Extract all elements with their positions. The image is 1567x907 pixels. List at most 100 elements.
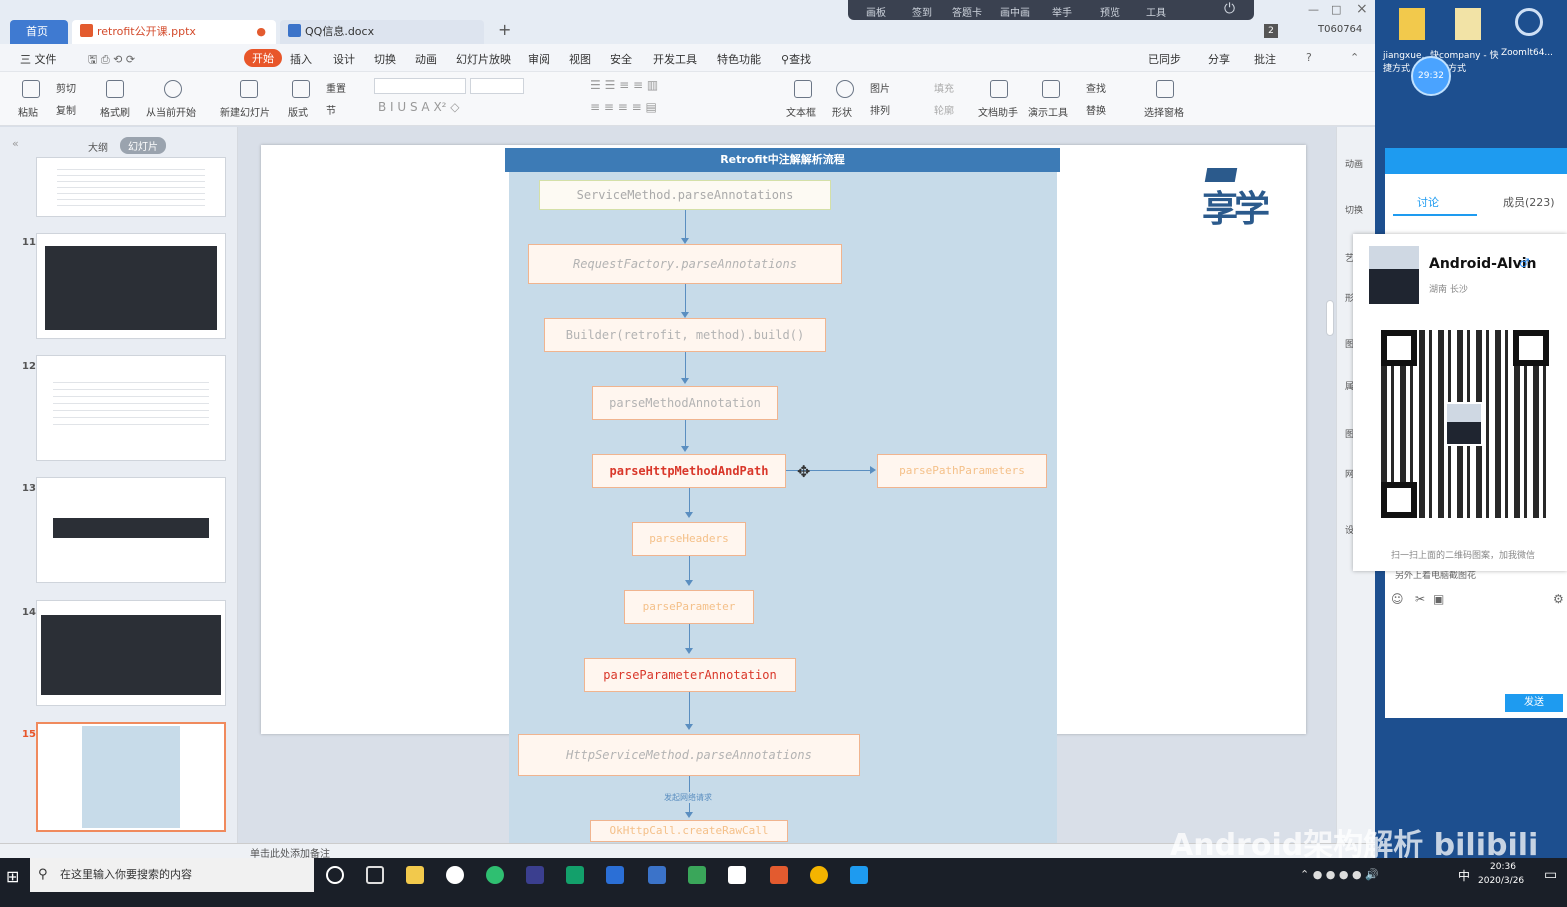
photos-icon[interactable] <box>728 866 746 884</box>
flow-node[interactable]: HttpServiceMethod.parseAnnotations <box>518 734 860 776</box>
word-icon[interactable] <box>606 866 624 884</box>
flow-node-highlight[interactable]: parseHttpMethodAndPath <box>592 454 786 488</box>
section-button[interactable]: 节 <box>326 102 336 117</box>
menu-features[interactable]: 特色功能 <box>717 51 761 67</box>
collapse-ribbon-icon[interactable]: ⌃ <box>1350 51 1359 64</box>
sheet-icon[interactable] <box>566 866 584 884</box>
tab-pptx[interactable]: retrofit公开课.pptx ● <box>72 20 276 44</box>
flow-node[interactable]: parsePathParameters <box>877 454 1047 488</box>
slide-thumb-12[interactable] <box>36 355 226 461</box>
menu-start[interactable]: 开始 <box>244 49 282 67</box>
task-view-icon[interactable] <box>366 866 384 884</box>
minimize-icon[interactable]: — <box>1308 3 1319 16</box>
close-icon[interactable]: × <box>1356 1 1368 17</box>
windows-start-icon[interactable]: ⊞ <box>6 867 19 886</box>
ime-indicator[interactable]: 中 <box>1458 867 1470 884</box>
live-tool[interactable]: 画板 <box>866 4 886 19</box>
flow-node[interactable]: parseHeaders <box>632 522 746 556</box>
layout-icon[interactable] <box>292 80 310 98</box>
live-tool[interactable]: 工具 <box>1146 4 1166 19</box>
font-size-select[interactable] <box>470 78 524 94</box>
gear-icon[interactable]: ⚙ <box>1553 592 1564 606</box>
replace-button[interactable]: 替换 <box>1086 102 1106 117</box>
align-icons[interactable]: ≡ ≡ ≡ ≡ ▤ <box>590 100 657 114</box>
help-icon[interactable]: ? <box>1306 51 1312 64</box>
slide-thumb-14[interactable] <box>36 600 226 706</box>
selection-pane-icon[interactable] <box>1156 80 1174 98</box>
browser-icon[interactable] <box>446 866 464 884</box>
account-id[interactable]: T060764 <box>1318 24 1362 35</box>
menu-devtools[interactable]: 开发工具 <box>653 51 697 67</box>
outline-button[interactable]: 轮廓 <box>934 102 954 117</box>
tab-outline[interactable]: 大纲 <box>88 139 108 154</box>
fill-button[interactable]: 填充 <box>934 80 954 95</box>
slide-thumb-15-selected[interactable] <box>36 722 226 832</box>
menu-file[interactable]: 三 文件 <box>20 51 57 67</box>
flow-node[interactable]: parseParameter <box>624 590 754 624</box>
comment-button[interactable]: 批注 <box>1254 51 1276 67</box>
cut-button[interactable]: 剪切 <box>56 80 76 95</box>
slide-thumb-10[interactable] <box>36 157 226 217</box>
wps-presentation-icon[interactable] <box>770 866 788 884</box>
font-family-select[interactable] <box>374 78 466 94</box>
window-count-badge[interactable]: 2 <box>1264 24 1278 38</box>
reset-button[interactable]: 重置 <box>326 80 346 95</box>
format-painter-icon[interactable] <box>106 80 124 98</box>
image-icon[interactable]: ▣ <box>1433 592 1444 606</box>
flow-node[interactable]: OkHttpCall.createRawCall <box>590 820 788 842</box>
menu-view[interactable]: 视图 <box>569 51 591 67</box>
presenter-tools-icon[interactable] <box>1042 80 1060 98</box>
play-from-current-icon[interactable] <box>164 80 182 98</box>
notification-center-icon[interactable]: ▭ <box>1544 867 1557 883</box>
new-slide-icon[interactable] <box>240 80 258 98</box>
emoji-icon[interactable]: ☺ <box>1391 592 1404 606</box>
paragraph-icons[interactable]: ☰ ☰ ≡ ≡ ▥ <box>590 78 658 92</box>
arrange-button[interactable]: 排列 <box>870 102 890 117</box>
sync-status[interactable]: 已同步 <box>1148 51 1181 67</box>
cortana-icon[interactable] <box>326 866 344 884</box>
folder-shortcut-icon[interactable] <box>1455 8 1481 40</box>
chat-tab-members[interactable]: 成员(223) <box>1503 194 1555 210</box>
menu-transition[interactable]: 切换 <box>374 51 396 67</box>
shape-icon[interactable] <box>836 80 854 98</box>
scissors-icon[interactable]: ✂ <box>1415 592 1425 606</box>
textbox-icon[interactable] <box>794 80 812 98</box>
android-studio-icon[interactable] <box>486 866 504 884</box>
power-icon[interactable]: ⏻ <box>1224 1 1235 17</box>
doc-assistant-icon[interactable] <box>990 80 1008 98</box>
send-button[interactable]: 发送 <box>1505 694 1563 712</box>
share-button[interactable]: 分享 <box>1208 51 1230 67</box>
vertical-scrollbar[interactable] <box>1326 300 1334 336</box>
intellij-icon[interactable] <box>526 866 544 884</box>
maximize-icon[interactable]: □ <box>1331 3 1341 16</box>
system-tray-icons[interactable]: ⌃ ● ● ● ● 🔊 <box>1300 868 1379 881</box>
tab-docx[interactable]: QQ信息.docx <box>280 20 484 44</box>
wps-writer-icon[interactable] <box>648 866 666 884</box>
clock-time[interactable]: 20:36 <box>1490 862 1516 872</box>
flow-node-highlight[interactable]: parseParameterAnnotation <box>584 658 796 692</box>
live-tool[interactable]: 预览 <box>1100 4 1120 19</box>
quick-access-icons[interactable]: 🖫 ⎙ ⟲ ⟳ <box>88 51 135 70</box>
slide-thumb-13[interactable] <box>36 477 226 583</box>
folder-shortcut-icon[interactable] <box>1399 8 1425 40</box>
live-tool[interactable]: 画中画 <box>1000 4 1030 19</box>
live-tool[interactable]: 答题卡 <box>952 4 982 19</box>
text-format-icons[interactable]: B I U S A X² ◇ <box>378 100 460 114</box>
menu-design[interactable]: 设计 <box>333 51 355 67</box>
right-tool-animation[interactable]: 动画 <box>1345 157 1363 170</box>
live-tool[interactable]: 签到 <box>912 4 932 19</box>
menu-security[interactable]: 安全 <box>610 51 632 67</box>
flow-node[interactable]: parseMethodAnnotation <box>592 386 778 420</box>
live-tool[interactable]: 举手 <box>1052 4 1072 19</box>
menu-insert[interactable]: 插入 <box>290 51 312 67</box>
paste-icon[interactable] <box>22 80 40 98</box>
notepad-icon[interactable] <box>688 866 706 884</box>
magnifier-icon[interactable] <box>1515 8 1543 36</box>
chrome-icon[interactable] <box>810 866 828 884</box>
menu-review[interactable]: 审阅 <box>528 51 550 67</box>
file-explorer-icon[interactable] <box>406 866 424 884</box>
flow-node[interactable]: Builder(retrofit, method).build() <box>544 318 826 352</box>
picture-button[interactable]: 图片 <box>870 80 890 95</box>
copy-button[interactable]: 复制 <box>56 102 76 117</box>
clock-date[interactable]: 2020/3/26 <box>1478 876 1524 886</box>
